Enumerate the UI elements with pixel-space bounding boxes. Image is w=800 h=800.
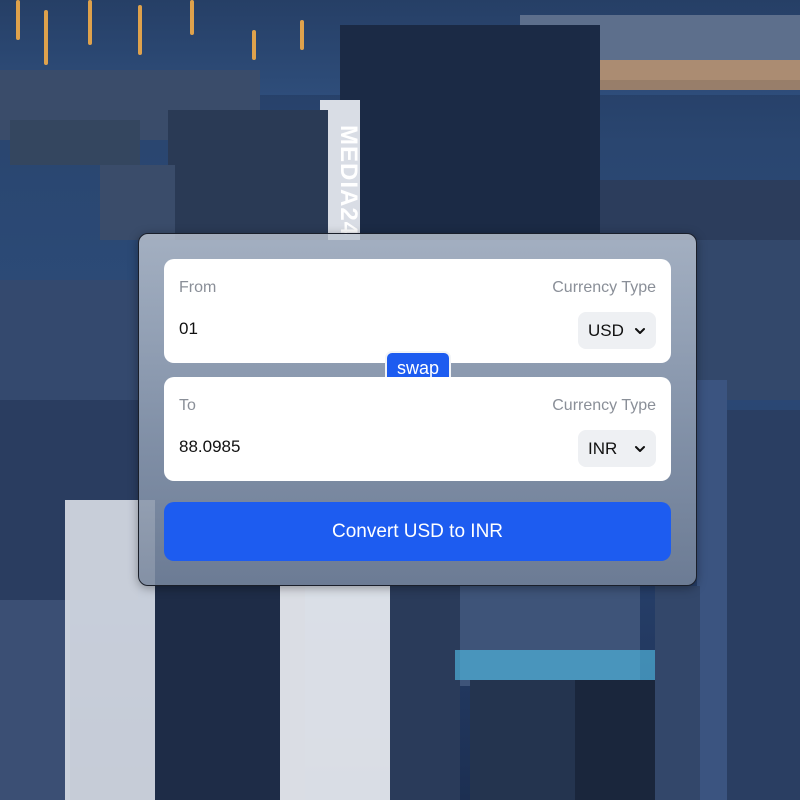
chevron-down-icon	[635, 327, 645, 334]
to-currency-value: INR	[588, 438, 618, 458]
to-label: To	[179, 397, 196, 414]
from-currency-value: USD	[588, 320, 624, 340]
converter-card: From Currency Type USD swap To Currency …	[138, 233, 697, 586]
from-amount-input[interactable]	[179, 315, 459, 343]
building-sign: MEDIA24	[335, 125, 362, 237]
from-currency-select[interactable]: USD	[578, 312, 656, 349]
to-currency-type-label: Currency Type	[552, 397, 656, 414]
from-panel: From Currency Type USD	[164, 259, 671, 363]
to-amount-input[interactable]	[179, 433, 459, 461]
from-currency-type-label: Currency Type	[552, 279, 656, 296]
chevron-down-icon	[635, 445, 645, 452]
to-currency-select[interactable]: INR	[578, 430, 656, 467]
convert-button[interactable]: Convert USD to INR	[164, 502, 671, 561]
to-panel: To Currency Type INR	[164, 377, 671, 481]
from-label: From	[179, 279, 217, 296]
